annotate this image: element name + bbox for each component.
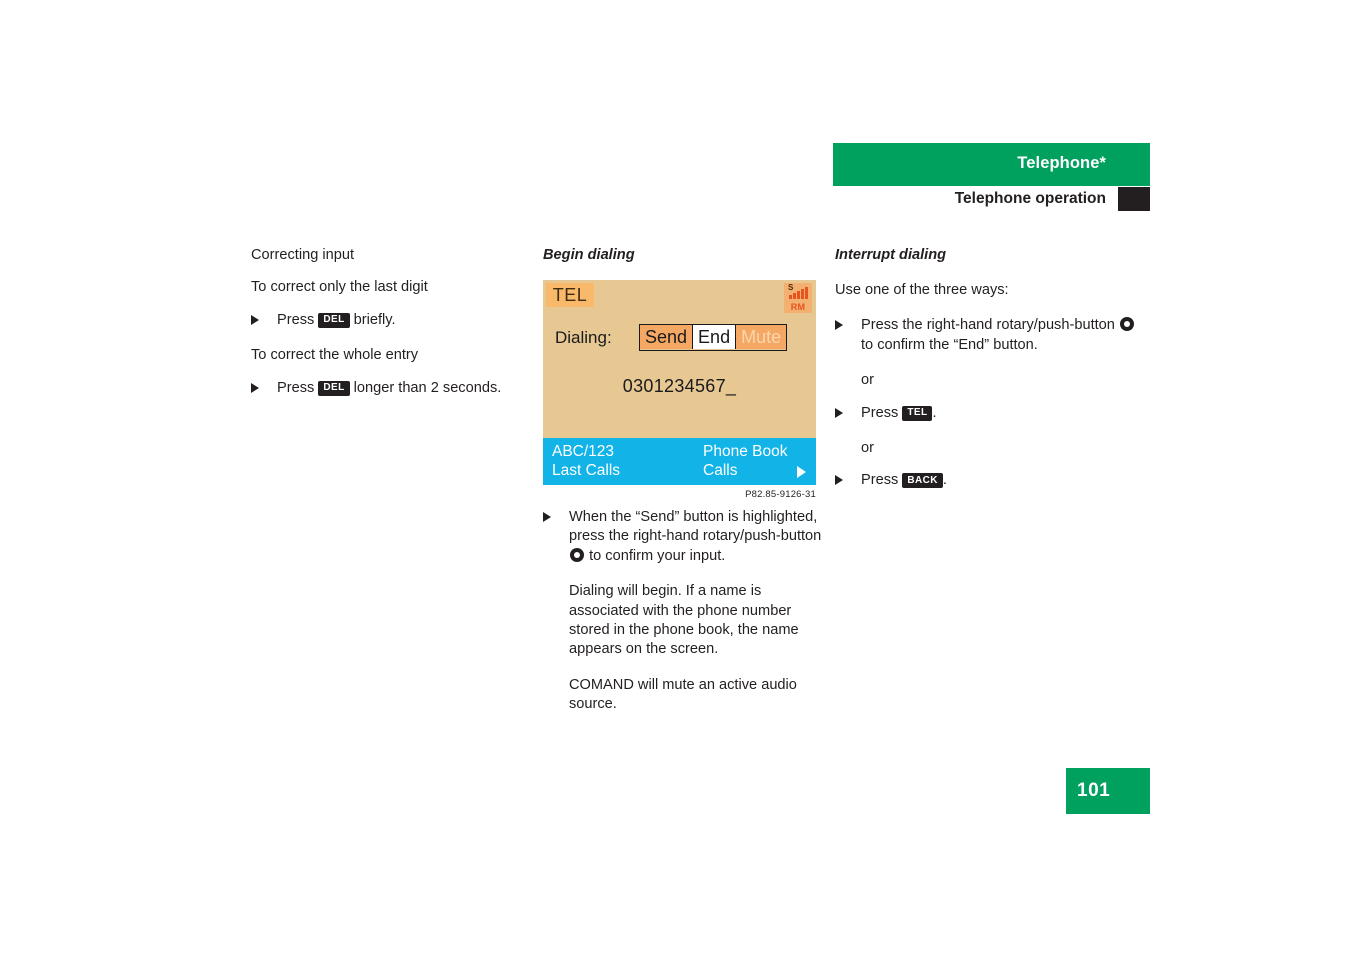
menu-item-last-calls[interactable]: Last Calls [552, 461, 620, 480]
rotary-push-button-icon [1119, 317, 1134, 332]
page-number-block: 101 [1066, 768, 1150, 814]
manual-page: Telephone* Telephone operation Correctin… [0, 0, 1351, 954]
menu-item-phone-book[interactable]: Phone Book [703, 442, 787, 461]
comand-display-figure: TEL S RM Dialing: Send End Mute 03012345… [543, 280, 816, 485]
correct-whole-entry-label: To correct the whole entry [251, 347, 419, 364]
dialing-begins-paragraph: Dialing will begin. If a name is associa… [569, 583, 799, 658]
comand-mute-paragraph: COMAND will mute an active audio source. [569, 676, 797, 713]
begin-dialing-heading: Begin dialing [543, 247, 635, 263]
del-key-icon: DEL [318, 312, 350, 328]
bullet-triangle-icon [835, 320, 843, 331]
signal-bars-icon [789, 286, 809, 299]
step-text-after: longer than 2 seconds. [353, 379, 502, 396]
step-text-part-2: to confirm your input. [589, 547, 726, 564]
bullet-triangle-icon [543, 512, 551, 522]
display-dialing-label: Dialing: [555, 328, 612, 347]
step-text-before: Press [277, 311, 315, 328]
menu-item-calls[interactable]: Calls [703, 461, 737, 480]
display-menu-bar: ABC/123 Last Calls Phone Book Calls [543, 438, 816, 485]
step-text-part-1: When the “Send” button is highlighted, p… [569, 509, 822, 545]
right-column: Interrupt dialing Use one of the three w… [835, 246, 1135, 507]
step-press-tel: Press TEL. [835, 404, 1135, 423]
header-green-bar: Telephone* [833, 143, 1150, 186]
step-text-part-1: Press the right-hand rotary/push-button [861, 317, 1115, 334]
left-column: Correcting input To correct only the las… [251, 246, 517, 414]
display-dialed-number: 0301234567_ [622, 376, 737, 396]
middle-column-body: When the “Send” button is highlighted, p… [543, 508, 823, 731]
bullet-triangle-icon [251, 314, 259, 325]
bullet-triangle-icon [835, 407, 843, 418]
chapter-marker-block [1118, 187, 1150, 211]
middle-column: Begin dialing [543, 246, 823, 281]
step-text-after: . [942, 472, 947, 489]
step-press-back: Press BACK. [835, 471, 1135, 490]
right-arrow-icon [797, 466, 806, 478]
step-confirm-send: When the “Send” button is highlighted, p… [543, 508, 823, 566]
section-subtitle: Telephone operation [954, 190, 1106, 207]
display-end-button[interactable]: End [692, 325, 737, 349]
bullet-triangle-icon [251, 382, 259, 393]
rotary-push-button-icon [570, 547, 584, 562]
del-key-icon: DEL [318, 380, 350, 396]
display-mode-label: TEL [546, 283, 594, 307]
interrupt-dialing-heading: Interrupt dialing [835, 247, 947, 263]
step-text-before: Press [861, 472, 899, 489]
display-mute-button[interactable]: Mute [736, 325, 787, 349]
header-subtitle-row: Telephone operation [833, 186, 1150, 212]
step-text-before: Press [277, 379, 315, 396]
step-text-part-2: to confirm the “End” button. [861, 336, 1038, 353]
roaming-indicator: RM [790, 302, 806, 312]
display-button-group: Send End Mute [639, 324, 788, 351]
step-text-after: . [932, 404, 937, 421]
correct-last-digit-label: To correct only the last digit [251, 279, 428, 296]
step-press-del-briefly: Press DEL briefly. [251, 311, 517, 330]
step-text-after: briefly. [353, 311, 396, 328]
page-title: Telephone* [1017, 154, 1106, 172]
interrupt-intro-text: Use one of the three ways: [835, 281, 1009, 298]
tel-key-icon: TEL [902, 405, 933, 421]
back-key-icon: BACK [902, 473, 943, 489]
step-press-del-long: Press DEL longer than 2 seconds. [251, 379, 517, 398]
correcting-input-heading: Correcting input [251, 247, 355, 263]
or-separator-1: or [861, 372, 874, 389]
step-text-before: Press [861, 404, 899, 421]
step-confirm-end: Press the right-hand rotary/push-button … [835, 316, 1135, 355]
menu-item-abc-123[interactable]: ABC/123 [552, 442, 614, 461]
or-separator-2: or [861, 440, 874, 456]
page-number-text: 101 [1077, 780, 1111, 801]
bullet-triangle-icon [835, 475, 843, 486]
display-send-button[interactable]: Send [640, 325, 693, 349]
signal-strength-icon: S RM [784, 283, 812, 313]
figure-caption: P82.85-9126-31 [745, 489, 816, 500]
